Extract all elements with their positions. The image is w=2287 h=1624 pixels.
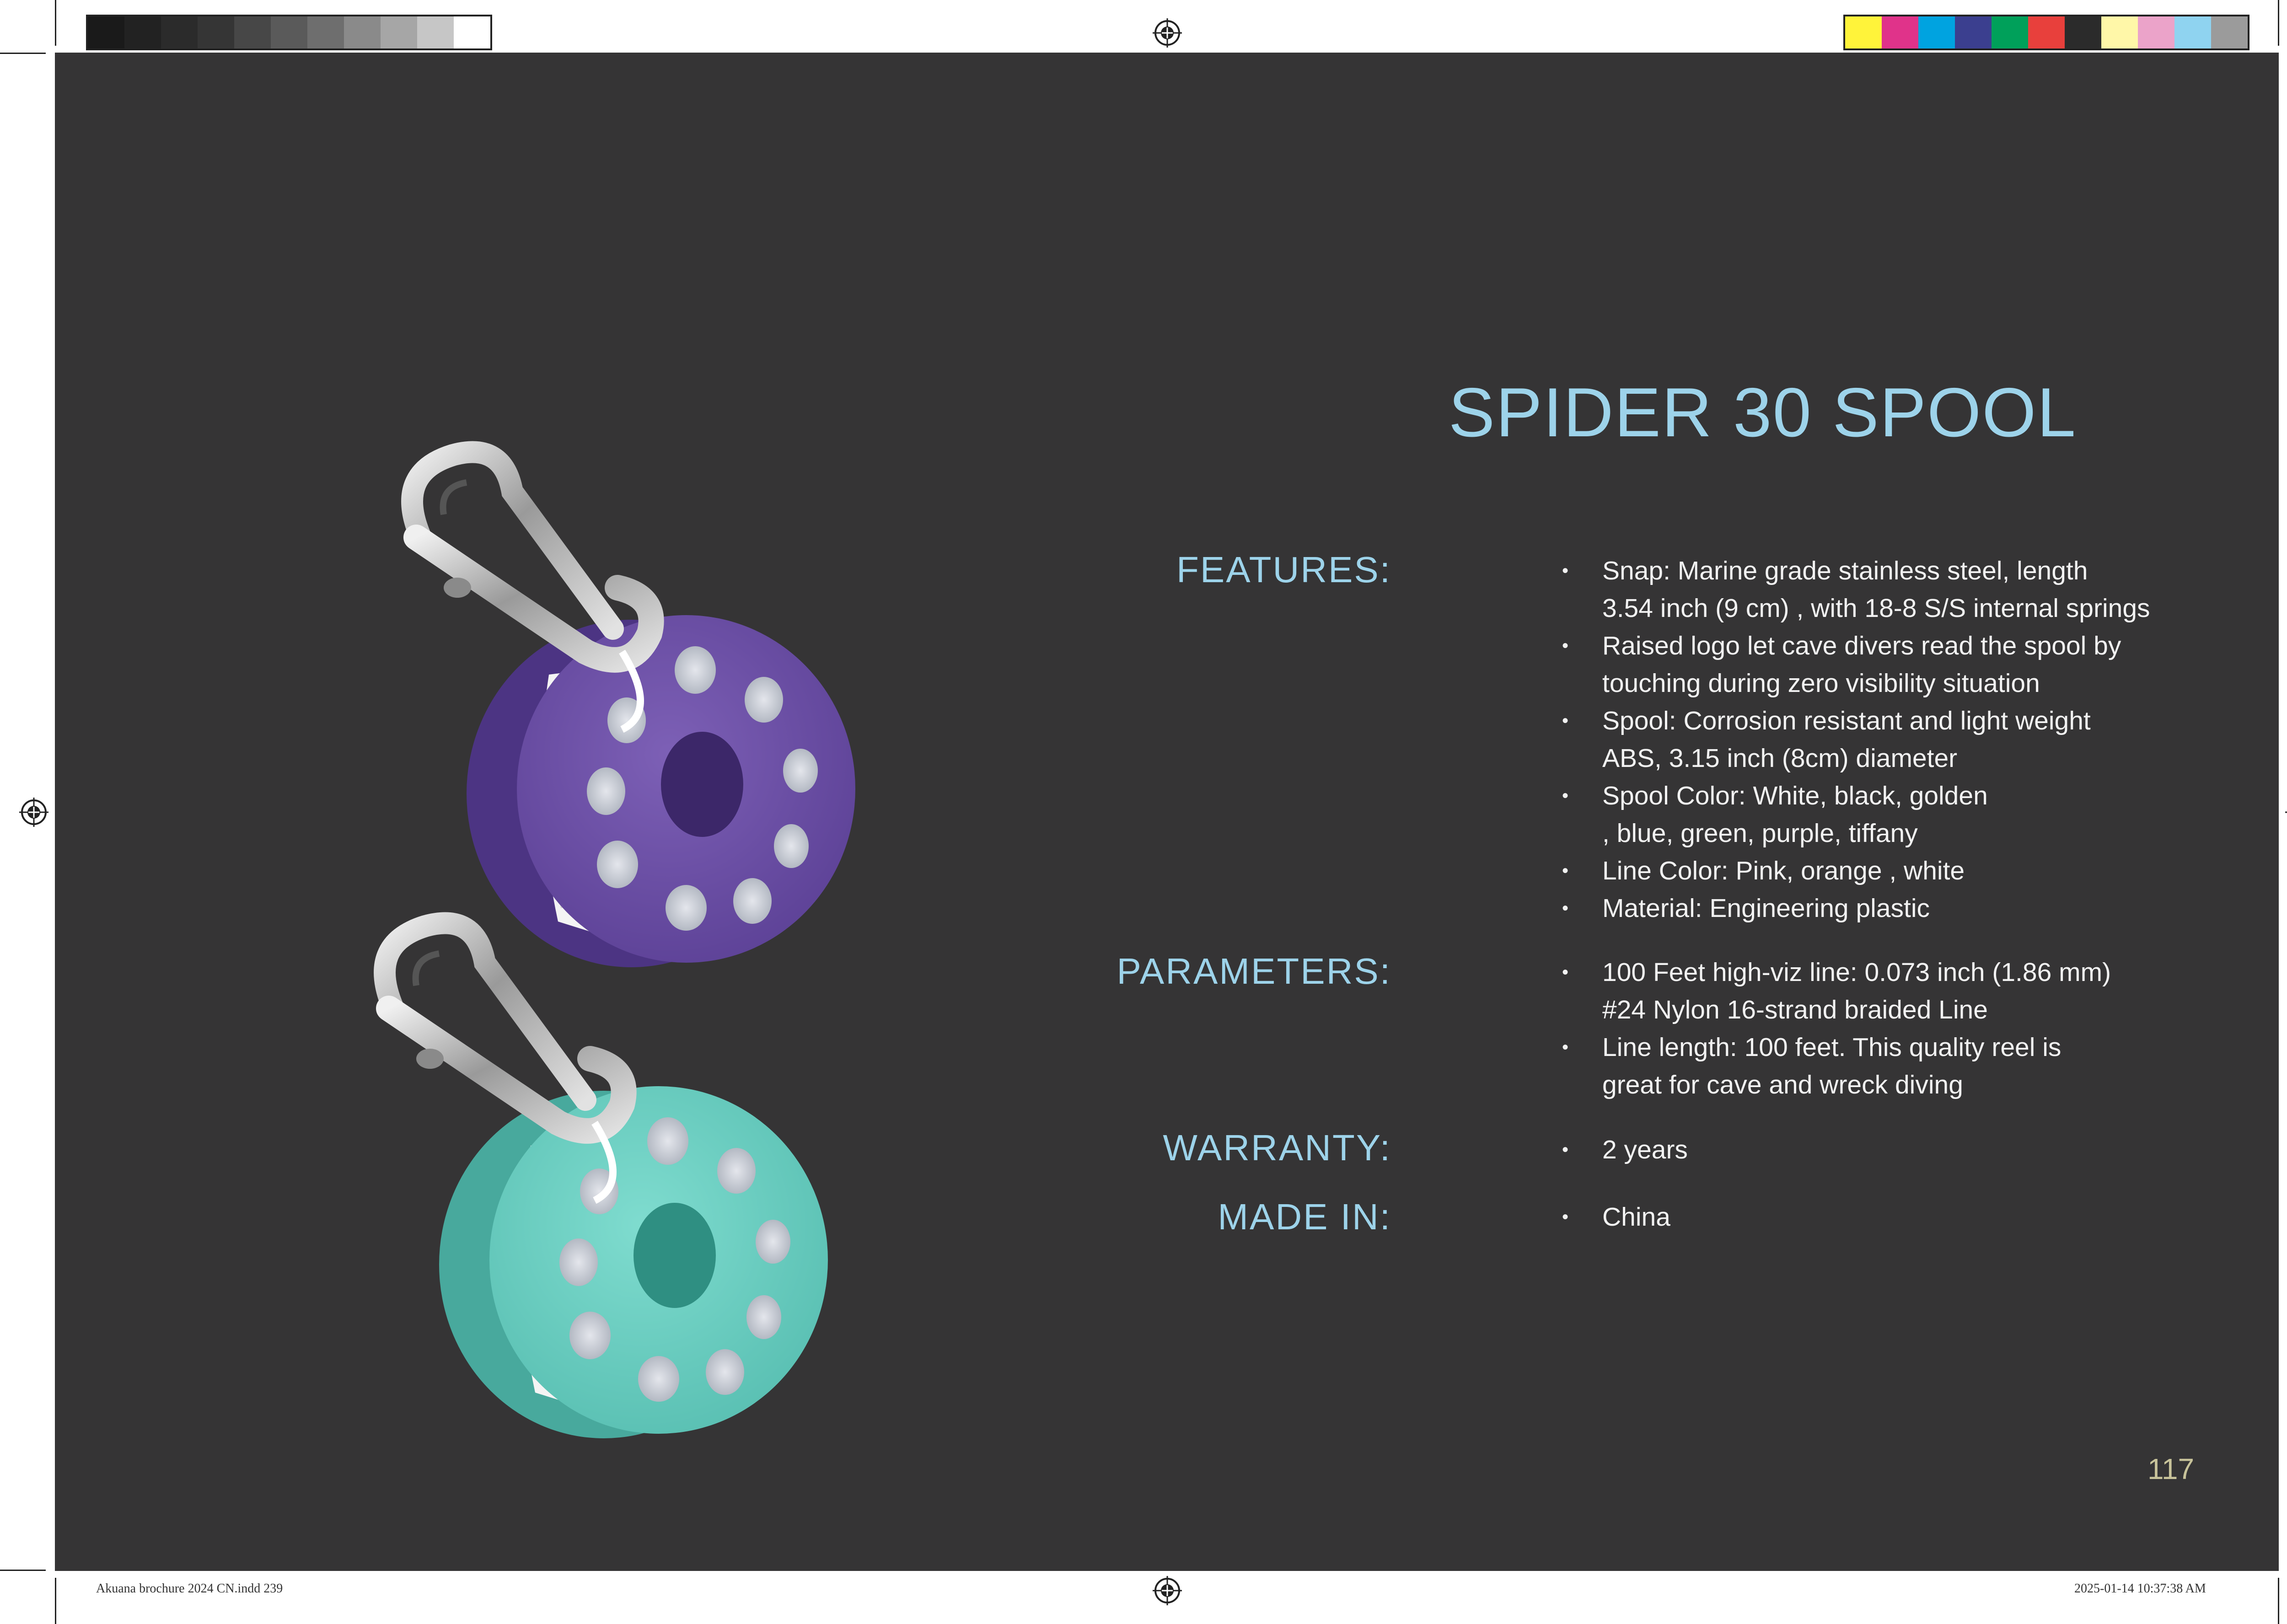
list-item: • 100 Feet high-viz line: 0.073 inch (1.8… [1557, 954, 2206, 1029]
list-item-text: ABS, 3.15 inch (8cm) diameter [1602, 744, 1958, 773]
list-item-text: Raised logo let cave divers read the spo… [1602, 631, 2121, 660]
made-in-label: MADE IN: [1218, 1196, 1391, 1237]
bullet-icon: • [1562, 898, 1569, 918]
list-item-text: 2 years [1602, 1135, 1688, 1164]
made-in-list: • China [1557, 1198, 2206, 1236]
registration-mark-top-icon [1153, 18, 1182, 48]
bullet-icon: • [1562, 1207, 1569, 1227]
bullet-icon: • [1562, 861, 1569, 881]
list-item-text: Snap: Marine grade stainless steel, leng… [1602, 556, 2088, 585]
grayscale-color-bar [86, 15, 492, 50]
color-swatch [2065, 16, 2101, 48]
page-panel: SPIDER 30 SPOOL FEATURES: PARAMETERS: WA… [55, 53, 2279, 1571]
color-swatch [271, 16, 307, 48]
list-item: • Material: Engineering plastic [1557, 890, 2206, 927]
color-swatch [2138, 16, 2174, 48]
list-item: • Line length: 100 feet. This quality ree… [1557, 1029, 2206, 1104]
color-swatch [2028, 16, 2065, 48]
bullet-icon: • [1562, 561, 1569, 581]
color-swatch [1918, 16, 1955, 48]
registration-mark-bottom-icon [1153, 1576, 1182, 1605]
parameters-list: • 100 Feet high-viz line: 0.073 inch (1.8… [1557, 954, 2206, 1104]
color-swatch [454, 16, 490, 48]
list-item: • 2 years [1557, 1131, 2206, 1168]
list-item: • China [1557, 1198, 2206, 1236]
bullet-icon: • [1562, 962, 1569, 982]
list-item-text: touching during zero visibility situatio… [1602, 669, 2040, 698]
crop-mark-bottom-right-v [2278, 1578, 2279, 1624]
bullet-icon: • [1562, 636, 1569, 656]
list-item-text: Material: Engineering plastic [1602, 894, 1930, 923]
list-item: • Spool Color: White, black, golden , blue… [1557, 777, 2206, 852]
list-item-text: Spool: Corrosion resistant and light wei… [1602, 706, 2091, 735]
color-swatch [1955, 16, 1992, 48]
tiffany-spool-image [374, 912, 828, 1438]
list-item-text: 100 Feet high-viz line: 0.073 inch (1.86… [1602, 958, 2111, 987]
registration-mark-right-icon [2285, 811, 2287, 813]
color-swatch [1845, 16, 1882, 48]
color-swatch [417, 16, 454, 48]
list-item-text: Spool Color: White, black, golden [1602, 781, 1988, 810]
list-item: • Spool: Corrosion resistant and light we… [1557, 702, 2206, 777]
process-color-bar [1843, 15, 2249, 50]
color-swatch [307, 16, 344, 48]
list-item-text: 3.54 inch (9 cm) , with 18-8 S/S interna… [1602, 594, 2150, 623]
purple-spool-image [401, 441, 855, 967]
crop-mark-bottom-left-v [55, 1578, 56, 1624]
bullet-icon: • [1562, 786, 1569, 806]
features-label: FEATURES: [1176, 549, 1391, 590]
color-swatch [2174, 16, 2211, 48]
crop-mark-top-left-v [55, 0, 56, 46]
list-item-text: China [1602, 1202, 1670, 1232]
bullet-icon: • [1562, 1037, 1569, 1057]
slug-file-info: Akuana brochure 2024 CN.indd 239 [96, 1581, 283, 1596]
list-item-text: #24 Nylon 16-strand braided Line [1602, 995, 1988, 1024]
registration-mark-left-icon [19, 798, 48, 827]
list-item-text: , blue, green, purple, tiffany [1602, 819, 1918, 848]
list-item-text: Line Color: Pink, orange , white [1602, 856, 1965, 885]
list-item: • Raised logo let cave divers read the sp… [1557, 627, 2206, 702]
list-item: • Line Color: Pink, orange , white [1557, 852, 2206, 890]
color-swatch [161, 16, 198, 48]
color-swatch [1882, 16, 1918, 48]
bullet-icon: • [1562, 711, 1569, 731]
color-swatch [1992, 16, 2028, 48]
product-illustration [374, 441, 855, 1438]
slug-timestamp: 2025-01-14 10:37:38 AM [2074, 1581, 2206, 1596]
features-list: • Snap: Marine grade stainless steel, len… [1557, 552, 2206, 927]
color-swatch [2101, 16, 2138, 48]
product-title: SPIDER 30 SPOOL [1448, 374, 2077, 451]
parameters-label: PARAMETERS: [1117, 951, 1391, 992]
color-swatch [344, 16, 381, 48]
color-swatch [381, 16, 417, 48]
crop-mark-top-right-v [2278, 0, 2279, 46]
bullet-icon: • [1562, 1140, 1569, 1160]
list-item: • Snap: Marine grade stainless steel, len… [1557, 552, 2206, 627]
list-item-text: Line length: 100 feet. This quality reel… [1602, 1033, 2062, 1062]
list-item-text: great for cave and wreck diving [1602, 1070, 1963, 1099]
color-swatch [198, 16, 234, 48]
crop-mark-bottom-left-h [0, 1570, 46, 1571]
color-swatch [88, 16, 124, 48]
crop-mark-top-left-h [0, 53, 46, 54]
warranty-label: WARRANTY: [1163, 1127, 1391, 1168]
color-swatch [234, 16, 271, 48]
page-number: 117 [2147, 1452, 2195, 1485]
color-swatch [124, 16, 161, 48]
warranty-list: • 2 years [1557, 1131, 2206, 1168]
color-swatch [2211, 16, 2248, 48]
